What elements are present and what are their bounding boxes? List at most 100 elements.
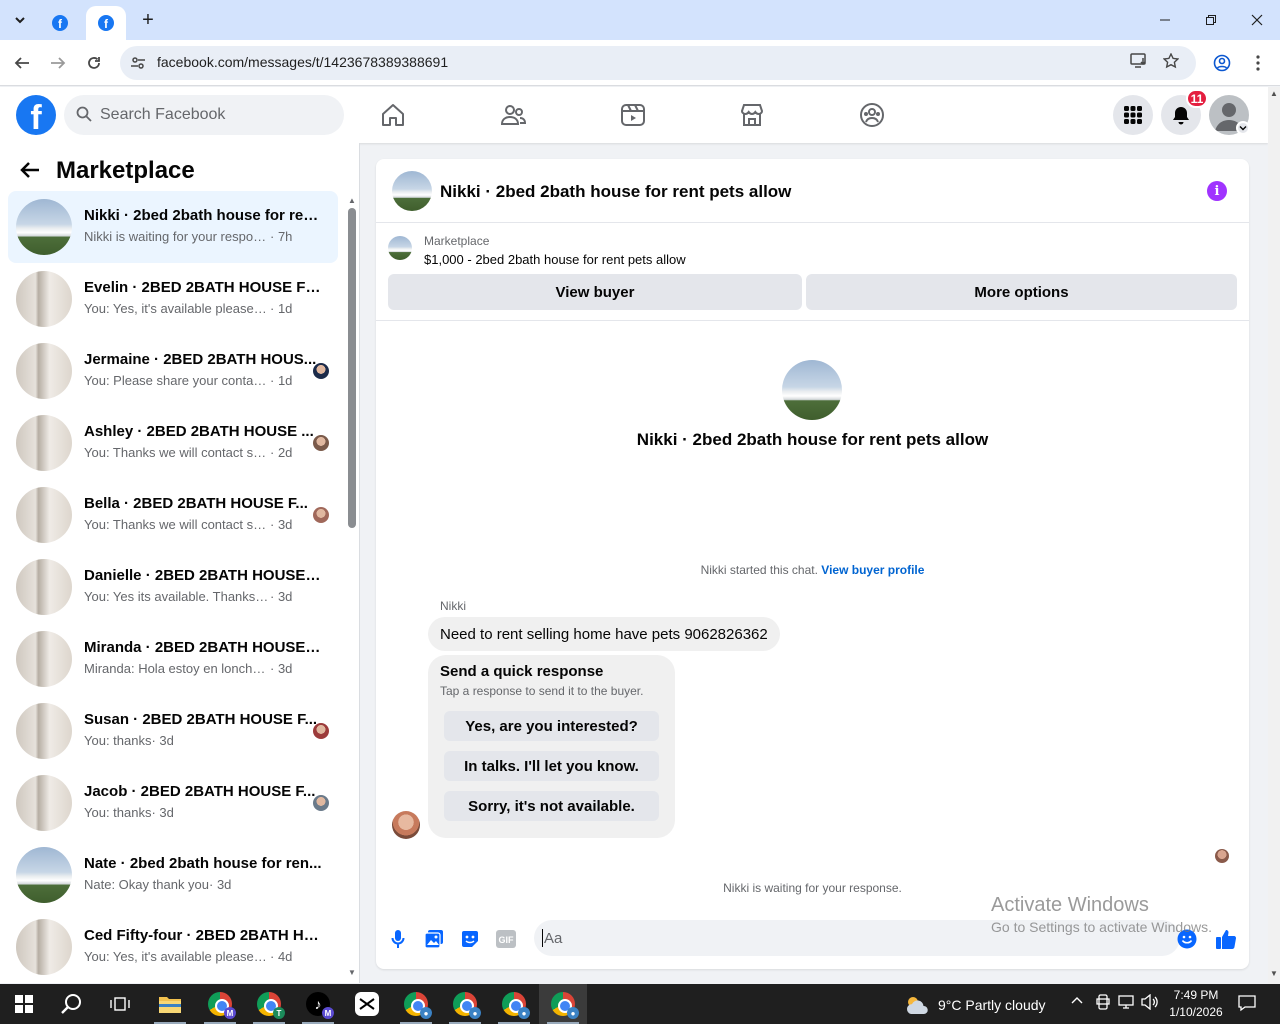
conversation-item[interactable]: Ced Fifty-four · 2BED 2BATH HO... You: Ye… [8,911,338,983]
marketplace-icon[interactable] [738,101,766,129]
bookmark-star-icon[interactable] [1162,52,1180,74]
sender-avatar[interactable] [392,811,420,839]
conversation-title: Bella · 2BED 2BATH HOUSE F... [84,495,308,512]
conversation-item[interactable]: Nikki · 2bed 2bath house for ren... Nikki… [8,191,338,263]
photo-icon[interactable] [423,928,445,950]
thumbs-up-icon[interactable] [1215,928,1237,950]
browser-tab-facebook[interactable]: f [40,6,80,40]
conversation-item[interactable]: Susan · 2BED 2BATH HOUSE F... You: thanks… [8,695,338,767]
conversation-item[interactable]: Bella · 2BED 2BATH HOUSE F... You: Thanks… [8,479,338,551]
info-icon[interactable]: i [1207,181,1227,201]
chrome-window-icon[interactable]: ● [441,984,489,1024]
forward-arrow-icon[interactable] [46,51,70,75]
scroll-up-icon[interactable]: ▲ [1270,89,1278,98]
view-buyer-button[interactable]: View buyer [388,274,802,310]
chat-title[interactable]: Nikki · 2bed 2bath house for rent pets a… [440,182,791,202]
message-placeholder: Aa [544,930,563,947]
back-arrow-icon[interactable] [20,159,40,185]
restore-button[interactable] [1188,0,1234,40]
notification-center-icon[interactable] [1238,994,1256,1015]
more-options-button[interactable]: More options [806,274,1237,310]
notification-count-badge: 11 [1186,89,1208,108]
install-app-icon[interactable] [1130,53,1148,74]
search-input[interactable]: Search Facebook [64,95,344,135]
activate-windows-subtitle: Go to Settings to activate Windows. [991,919,1212,935]
chrome-profile-t-icon[interactable]: T [245,984,293,1024]
conversation-snippet: Nate: Okay thank you [84,877,210,892]
listing-hero-title: Nikki · 2bed 2bath house for rent pets a… [636,430,989,449]
minimize-button[interactable] [1142,0,1188,40]
account-chevron-icon[interactable] [1236,121,1250,135]
site-settings-icon[interactable] [130,55,146,74]
video-icon[interactable] [619,101,647,129]
listing-hero-avatar [782,360,842,420]
friends-icon[interactable] [499,101,527,129]
conversation-title: Jermaine · 2BED 2BATH HOUS... [84,351,317,368]
tiktok-app-icon[interactable]: ♪ M [294,984,342,1024]
conversation-item[interactable]: Jermaine · 2BED 2BATH HOUS... You: Please… [8,335,338,407]
conversation-item[interactable]: Evelin · 2BED 2BATH HOUSE FO... You: Yes,… [8,263,338,335]
groups-icon[interactable] [858,101,886,129]
gif-icon[interactable]: GIF [495,928,517,950]
volume-icon[interactable] [1141,993,1159,1013]
scroll-up-icon[interactable]: ▲ [348,196,356,205]
network-icon[interactable] [1118,994,1136,1013]
new-tab-button[interactable]: + [136,8,160,32]
quick-response-option[interactable]: Yes, are you interested? [444,711,659,741]
facebook-logo-icon[interactable]: f [16,95,56,135]
back-arrow-icon[interactable] [10,51,34,75]
taskbar-search-icon[interactable] [48,984,96,1024]
system-clock[interactable]: 7:49 PM 1/10/2026 [1166,987,1226,1021]
waiting-status: Nikki is waiting for your response. [723,881,902,895]
conversation-snippet: You: thanks [84,805,152,820]
tray-device-icon[interactable] [1096,994,1110,1013]
conversation-snippet: You: thanks [84,733,152,748]
tab-search-chevron-icon[interactable] [8,8,32,32]
conversation-title: Susan · 2BED 2BATH HOUSE F... [84,711,318,728]
conversation-item[interactable]: Danielle · 2BED 2BATH HOUSE F... You: Yes… [8,551,338,623]
conversation-snippet: You: Yes, it's available please drop y..… [84,949,270,964]
reload-icon[interactable] [82,51,106,75]
weather-widget[interactable]: 9°C Partly cloudy [904,994,1046,1016]
page-scrollbar[interactable]: ▲ ▼ [1268,87,1280,984]
chrome-window-icon[interactable]: ● [490,984,538,1024]
seen-avatar [313,435,329,451]
microphone-icon[interactable] [387,928,409,950]
task-view-icon[interactable] [96,984,144,1024]
close-window-button[interactable] [1234,0,1280,40]
menu-grid-button[interactable] [1113,95,1153,135]
clock-time: 7:49 PM [1173,988,1219,1002]
conversation-item[interactable]: Jacob · 2BED 2BATH HOUSE F... You: thanks… [8,767,338,839]
sticker-icon[interactable] [459,928,481,950]
chrome-window-icon[interactable]: ● [392,984,440,1024]
conversation-subtitle: Nate: Okay thank you· 3d [84,877,324,892]
tray-chevron-icon[interactable] [1071,994,1083,1010]
listing-title[interactable]: $1,000 - 2bed 2bath house for rent pets … [424,252,686,267]
scroll-down-icon[interactable]: ▼ [1270,969,1278,978]
conversation-snippet: You: Thanks we will contact soo... [84,445,270,460]
file-explorer-icon[interactable] [146,984,194,1024]
conversation-time: · 3d [270,589,293,604]
conversation-avatar [16,703,72,759]
conversation-item[interactable]: Nate · 2bed 2bath house for ren... Nate: … [8,839,338,911]
chrome-window-active-icon[interactable]: ● [539,984,587,1024]
sidebar-scrollbar[interactable] [348,208,356,528]
chrome-profile-m-icon[interactable]: M [196,984,244,1024]
browser-menu-icon[interactable] [1246,51,1270,75]
scroll-down-icon[interactable]: ▼ [348,968,356,977]
quick-response-option[interactable]: In talks. I'll let you know. [444,751,659,781]
profile-icon[interactable] [1210,51,1234,75]
capcut-app-icon[interactable] [343,984,391,1024]
address-bar[interactable]: facebook.com/messages/t/1423678389388691 [120,46,1196,80]
conversation-item[interactable]: Ashley · 2BED 2BATH HOUSE ... You: Thanks… [8,407,338,479]
view-buyer-profile-link[interactable]: View buyer profile [821,563,924,577]
listing-avatar[interactable] [392,171,432,211]
browser-tab-facebook-active[interactable]: f [86,6,126,40]
start-windows-icon[interactable] [0,984,48,1024]
conversation-item[interactable]: Miranda · 2BED 2BATH HOUSE F... Miranda: … [8,623,338,695]
quick-response-option[interactable]: Sorry, it's not available. [444,791,659,821]
seen-avatar [313,795,329,811]
home-icon[interactable] [379,101,407,129]
conversation-time: · 1d [270,301,293,316]
quick-response-subtitle: Tap a response to send it to the buyer. [440,684,644,698]
